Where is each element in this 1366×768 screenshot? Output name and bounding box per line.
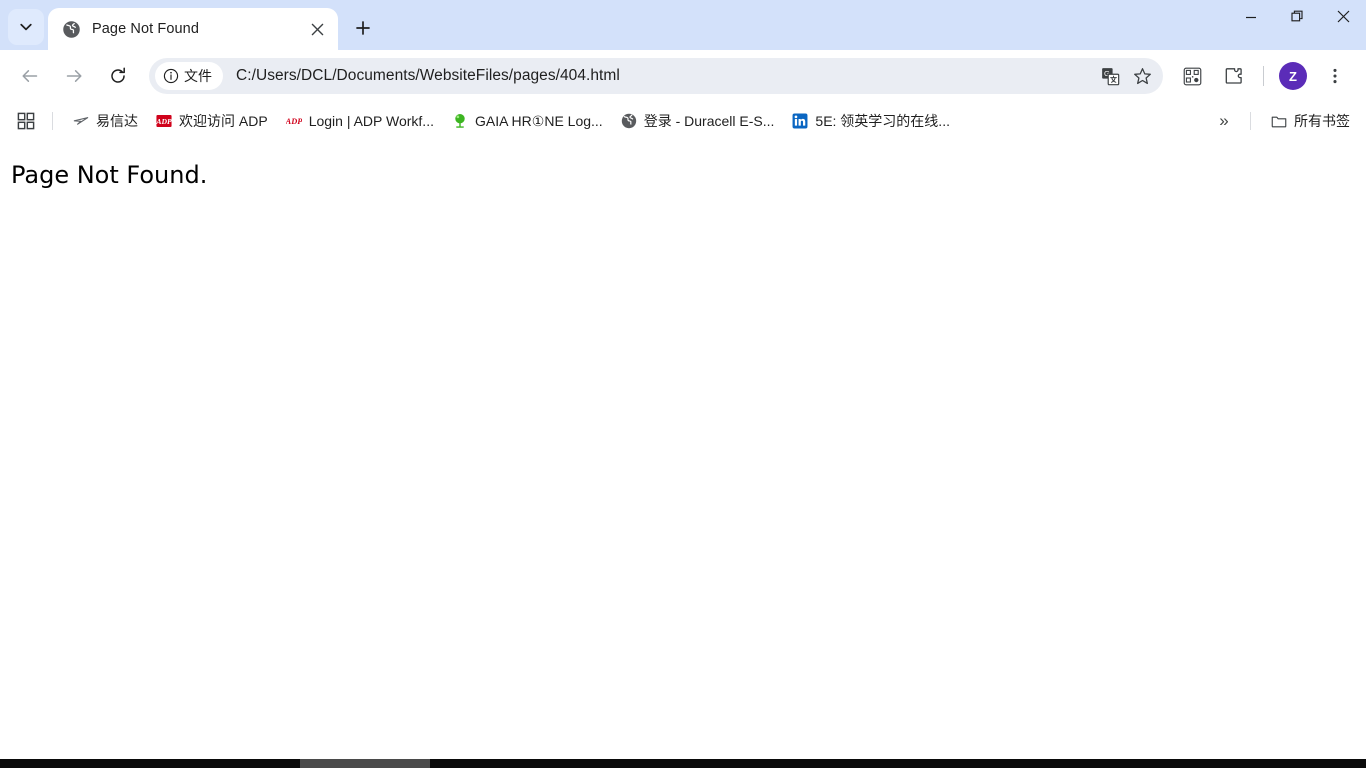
bookmark-item-gaia-hrone[interactable]: GAIA HR①NE Log... xyxy=(444,107,611,135)
bottom-bar-segment xyxy=(300,759,430,768)
adp-square-icon: ADP xyxy=(156,113,172,129)
restore-icon xyxy=(1290,10,1303,22)
browser-tab[interactable]: Page Not Found xyxy=(48,8,338,50)
maximize-restore-button[interactable] xyxy=(1274,0,1320,33)
all-bookmarks-button[interactable]: 所有书签 xyxy=(1263,107,1358,135)
reload-button[interactable] xyxy=(101,59,135,93)
arrow-right-icon xyxy=(66,70,82,82)
reload-icon xyxy=(111,67,125,83)
site-info-chip[interactable]: 文件 xyxy=(155,62,223,90)
qr-code-icon xyxy=(1183,67,1201,85)
bookmark-label: 欢迎访问 ADP xyxy=(179,113,268,129)
window-controls xyxy=(1228,0,1366,50)
bookmarks-overflow-button[interactable]: » xyxy=(1210,107,1238,135)
close-icon xyxy=(1337,10,1349,23)
bottom-system-bar xyxy=(0,759,1366,768)
page-viewport: Page Not Found. xyxy=(0,140,1366,759)
apps-grid-icon xyxy=(17,112,35,130)
arrow-left-icon xyxy=(22,70,38,82)
browser-window: Page Not Found 文件 C:/Users/DCL/Documents… xyxy=(0,0,1366,768)
back-button[interactable] xyxy=(13,59,47,93)
tab-strip: Page Not Found xyxy=(0,0,1366,50)
minimize-button[interactable] xyxy=(1228,0,1274,33)
omnibox-actions: G xyxy=(1093,61,1157,91)
bookmarks-divider xyxy=(52,112,53,130)
extensions-button[interactable] xyxy=(1217,59,1251,93)
address-bar-url[interactable]: C:/Users/DCL/Documents/WebsiteFiles/page… xyxy=(236,67,1093,85)
bookmark-item-adp-welcome[interactable]: ADP 欢迎访问 ADP xyxy=(148,107,276,135)
three-dot-menu-icon xyxy=(1333,68,1337,84)
page-heading: Page Not Found. xyxy=(11,161,208,189)
bookmark-label: 登录 - Duracell E-S... xyxy=(643,113,775,129)
bookmark-item-linkedin[interactable]: 5E: 领英学习的在线... xyxy=(784,107,958,135)
bookmark-label: 易信达 xyxy=(96,113,138,129)
site-info-label: 文件 xyxy=(184,68,212,84)
new-tab-button[interactable] xyxy=(346,11,380,45)
minimize-icon xyxy=(1246,16,1256,18)
close-icon xyxy=(311,23,323,35)
globe-icon xyxy=(62,20,80,38)
svg-text:ADP: ADP xyxy=(156,117,172,126)
chrome-menu-button[interactable] xyxy=(1318,59,1352,93)
bookmark-star-icon xyxy=(1133,67,1151,84)
bookmark-label: 5E: 领英学习的在线... xyxy=(815,113,950,129)
folder-icon xyxy=(1271,113,1287,129)
apps-shortcut-button[interactable] xyxy=(12,107,40,135)
address-bar[interactable]: 文件 C:/Users/DCL/Documents/WebsiteFiles/p… xyxy=(149,58,1163,94)
bookmarks-bar: 易信达 ADP 欢迎访问 ADP ADP Login | ADP Workf..… xyxy=(0,102,1366,140)
info-circle-icon xyxy=(163,68,179,84)
qr-code-button[interactable] xyxy=(1175,59,1209,93)
svg-text:ADP: ADP xyxy=(286,117,302,126)
translate-icon: G xyxy=(1101,67,1119,85)
translate-button[interactable]: G xyxy=(1095,61,1125,91)
close-window-button[interactable] xyxy=(1320,0,1366,33)
globe-icon xyxy=(621,113,637,129)
chevron-down-icon xyxy=(20,23,32,31)
toolbar-divider xyxy=(1263,66,1264,86)
bookmark-item-yixinda[interactable]: 易信达 xyxy=(65,107,146,135)
bookmark-button[interactable] xyxy=(1127,61,1157,91)
bookmark-label: Login | ADP Workf... xyxy=(308,113,434,129)
linkedin-icon xyxy=(792,113,808,129)
green-tree-icon xyxy=(452,113,468,129)
bookmark-item-adp-workforce[interactable]: ADP Login | ADP Workf... xyxy=(278,107,442,135)
plus-icon xyxy=(356,21,370,35)
profile-avatar[interactable]: Z xyxy=(1279,62,1307,90)
extensions-puzzle-icon xyxy=(1225,68,1242,84)
forward-button[interactable] xyxy=(57,59,91,93)
paper-plane-icon xyxy=(73,113,89,129)
tab-close-button[interactable] xyxy=(304,16,330,42)
tab-search-button[interactable] xyxy=(8,9,44,45)
bookmark-label: GAIA HR①NE Log... xyxy=(474,112,603,129)
all-bookmarks-label: 所有书签 xyxy=(1294,113,1350,129)
bookmark-item-duracell[interactable]: 登录 - Duracell E-S... xyxy=(613,107,783,135)
bookmarks-divider-right xyxy=(1250,112,1251,130)
browser-toolbar: 文件 C:/Users/DCL/Documents/WebsiteFiles/p… xyxy=(0,50,1366,102)
adp-logo-icon: ADP xyxy=(286,113,302,129)
tab-title: Page Not Found xyxy=(92,21,199,37)
